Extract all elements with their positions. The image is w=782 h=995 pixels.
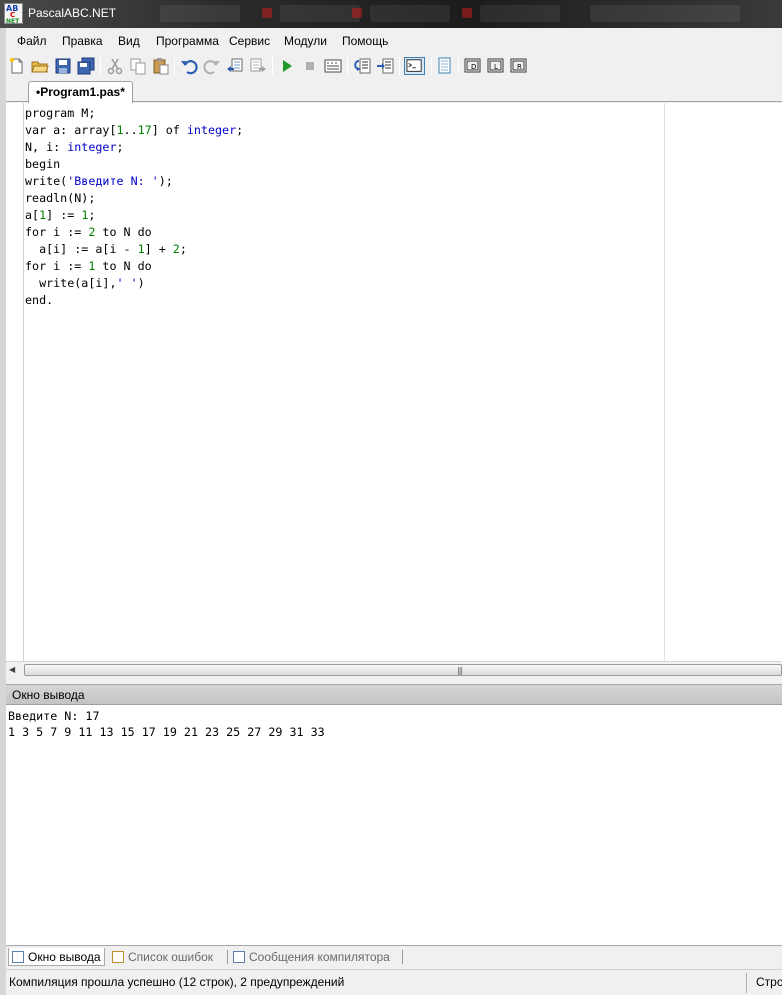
menu-program[interactable]: Программа xyxy=(156,34,219,48)
compile-icon[interactable] xyxy=(324,57,342,75)
toolbar-separator xyxy=(347,57,348,75)
step-into-icon[interactable] xyxy=(353,57,371,75)
find-icon[interactable] xyxy=(226,57,244,75)
code-line[interactable]: readln(N); xyxy=(25,190,243,207)
new-file-icon[interactable] xyxy=(8,57,26,75)
redo-icon[interactable] xyxy=(203,57,221,75)
svg-text:R: R xyxy=(517,63,522,71)
main-window: Файл Правка Вид Программа Сервис Модули … xyxy=(0,28,782,995)
tab-output-window-label: Окно вывода xyxy=(28,950,101,964)
output-panel-title: Окно вывода xyxy=(12,688,85,702)
output-line: Введите N: 17 xyxy=(8,709,100,723)
scrollbar-thumb[interactable]: ||| xyxy=(24,664,782,676)
background-red-icon xyxy=(462,8,472,18)
stop-icon[interactable] xyxy=(301,57,319,75)
open-folder-icon[interactable] xyxy=(31,57,49,75)
save-icon[interactable] xyxy=(54,57,72,75)
tab-program1[interactable]: •Program1.pas* xyxy=(28,81,133,103)
code-line[interactable]: for i := 1 to N do xyxy=(25,258,243,275)
output-text: Введите N: 17 1 3 5 7 9 11 13 15 17 19 2… xyxy=(8,708,325,740)
output-line: 1 3 5 7 9 11 13 15 17 19 21 23 25 27 29 … xyxy=(8,725,325,739)
code-text[interactable]: program M; var a: array[1..17] of integer… xyxy=(25,105,243,309)
compiler-messages-tab-icon xyxy=(233,951,245,963)
tab-separator xyxy=(402,950,403,964)
bottom-tab-strip: Окно вывода Список ошибок Сообщения комп… xyxy=(6,945,782,967)
tab-error-list[interactable]: Список ошибок xyxy=(109,948,225,966)
output-panel-header: Окно вывода xyxy=(6,684,782,704)
form-designer-icon[interactable]: D xyxy=(464,57,482,75)
background-taskbar-item xyxy=(370,5,450,22)
toolbar-separator xyxy=(100,57,101,75)
output-area[interactable]: Введите N: 17 1 3 5 7 9 11 13 15 17 19 2… xyxy=(6,704,782,945)
menu-help[interactable]: Помощь xyxy=(342,34,388,48)
toolbar-separator xyxy=(458,57,459,75)
menu-view[interactable]: Вид xyxy=(118,34,140,48)
background-taskbar-item xyxy=(590,5,740,22)
output-window-icon[interactable] xyxy=(404,57,425,75)
background-red-icon xyxy=(262,8,272,18)
pascalabc-app-icon[interactable]: AB C NET xyxy=(4,3,23,25)
step-over-icon[interactable] xyxy=(376,57,394,75)
toolbar: D L R xyxy=(6,53,782,79)
editor-gutter[interactable] xyxy=(6,103,24,661)
code-line[interactable]: a[i] := a[i - 1] + 2; xyxy=(25,241,243,258)
debug-window-icon[interactable] xyxy=(436,57,454,75)
tool-r-icon[interactable]: R xyxy=(510,57,528,75)
toolbar-separator xyxy=(272,57,273,75)
status-message: Компиляция прошла успешно (12 строк), 2 … xyxy=(9,975,345,989)
code-line[interactable]: program M; xyxy=(25,105,243,122)
background-red-icon xyxy=(352,8,362,18)
paste-icon[interactable] xyxy=(152,57,170,75)
title-bar: AB C NET PascalABC.NET xyxy=(0,0,782,28)
tab-output-window[interactable]: Окно вывода xyxy=(8,948,105,966)
background-taskbar-item xyxy=(480,5,560,22)
code-editor[interactable]: program M; var a: array[1..17] of integer… xyxy=(6,103,782,661)
tab-error-list-label: Список ошибок xyxy=(128,950,214,964)
status-bar: Компиляция прошла успешно (12 строк), 2 … xyxy=(6,969,782,995)
menu-bar: Файл Правка Вид Программа Сервис Модули … xyxy=(6,28,782,53)
status-divider xyxy=(746,973,747,993)
run-icon[interactable] xyxy=(278,57,296,75)
code-line[interactable]: end. xyxy=(25,292,243,309)
editor-right-margin-line xyxy=(664,103,665,661)
menu-service[interactable]: Сервис xyxy=(229,34,270,48)
toolbar-separator xyxy=(399,57,400,75)
menu-edit[interactable]: Правка xyxy=(62,34,103,48)
tab-compiler-messages[interactable]: Сообщения компилятора xyxy=(230,948,400,966)
code-line[interactable]: N, i: integer; xyxy=(25,139,243,156)
copy-icon[interactable] xyxy=(129,57,147,75)
cut-icon[interactable] xyxy=(106,57,124,75)
tab-compiler-messages-label: Сообщения компилятора xyxy=(249,950,390,964)
replace-icon[interactable] xyxy=(249,57,267,75)
code-line[interactable]: for i := 2 to N do xyxy=(25,224,243,241)
save-all-icon[interactable] xyxy=(77,57,95,75)
menu-modules[interactable]: Модули xyxy=(284,34,327,48)
tab-separator xyxy=(227,950,228,964)
scroll-left-arrow-icon[interactable]: ◀ xyxy=(9,665,15,674)
background-taskbar-item xyxy=(280,5,360,22)
code-line[interactable]: var a: array[1..17] of integer; xyxy=(25,122,243,139)
error-list-tab-icon xyxy=(112,951,124,963)
code-line[interactable]: write('Введите N: '); xyxy=(25,173,243,190)
scrollbar-grip-icon: ||| xyxy=(457,666,463,675)
toolbar-separator xyxy=(431,57,432,75)
toolbar-separator xyxy=(174,57,175,75)
window-title: PascalABC.NET xyxy=(28,6,117,20)
undo-icon[interactable] xyxy=(180,57,198,75)
output-window-tab-icon xyxy=(12,951,24,963)
svg-text:D: D xyxy=(471,63,476,71)
horizontal-scrollbar[interactable]: ◀ ||| xyxy=(6,661,782,678)
app-icon-letters-net: NET xyxy=(6,18,20,25)
status-position: Стро xyxy=(756,975,782,989)
code-line[interactable]: a[1] := 1; xyxy=(25,207,243,224)
background-taskbar-item xyxy=(160,5,240,22)
document-tab-strip: •Program1.pas* xyxy=(6,79,782,103)
tool-l-icon[interactable]: L xyxy=(487,57,505,75)
menu-file[interactable]: Файл xyxy=(17,34,47,48)
code-line[interactable]: begin xyxy=(25,156,243,173)
code-line[interactable]: write(a[i],' ') xyxy=(25,275,243,292)
svg-text:L: L xyxy=(494,63,498,71)
